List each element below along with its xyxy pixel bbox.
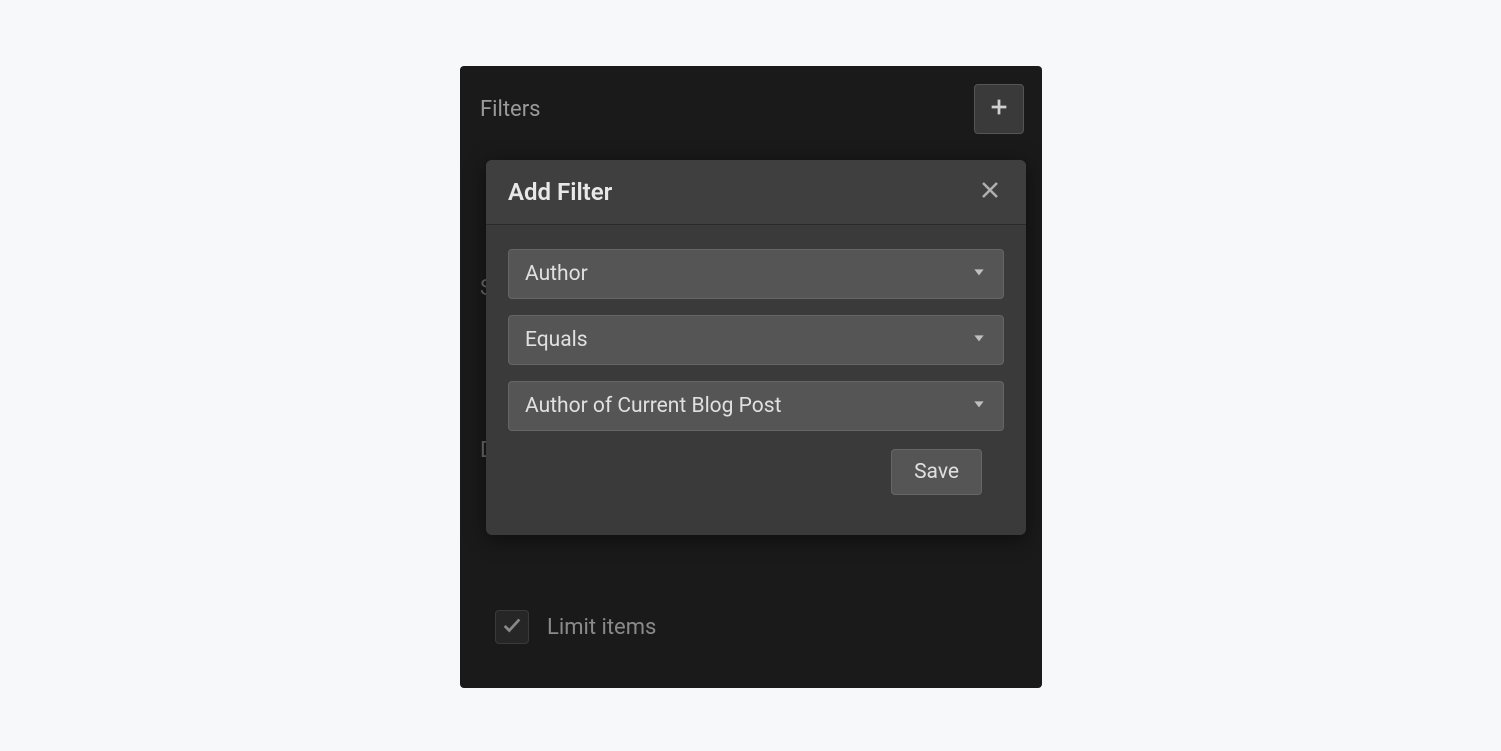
add-filter-modal: Add Filter Author Equals Autho — [486, 160, 1026, 535]
filter-value-select[interactable]: Author of Current Blog Post — [508, 381, 1004, 431]
filter-operator-value: Equals — [525, 328, 588, 352]
limit-items-row: Limit items — [495, 610, 656, 644]
limit-items-label: Limit items — [547, 615, 656, 640]
caret-down-icon — [971, 264, 987, 284]
filter-operator-select[interactable]: Equals — [508, 315, 1004, 365]
panel-title: Filters — [480, 97, 541, 122]
check-icon — [501, 614, 523, 640]
filters-panel: Filters S D Limit items Add Filter — [460, 66, 1042, 688]
modal-header: Add Filter — [486, 160, 1026, 225]
filter-field-value: Author — [525, 262, 588, 286]
add-filter-button[interactable] — [974, 84, 1024, 134]
modal-body: Author Equals Author of Current Blog Pos… — [486, 225, 1026, 535]
caret-down-icon — [971, 330, 987, 350]
save-button[interactable]: Save — [891, 449, 982, 495]
plus-icon — [988, 96, 1010, 122]
limit-items-checkbox[interactable] — [495, 610, 529, 644]
close-icon — [978, 178, 1002, 206]
caret-down-icon — [971, 396, 987, 416]
modal-footer: Save — [508, 449, 1004, 515]
filter-field-select[interactable]: Author — [508, 249, 1004, 299]
filter-value-value: Author of Current Blog Post — [525, 394, 781, 418]
panel-header: Filters — [460, 66, 1042, 144]
close-button[interactable] — [976, 178, 1004, 206]
modal-title: Add Filter — [508, 178, 612, 206]
